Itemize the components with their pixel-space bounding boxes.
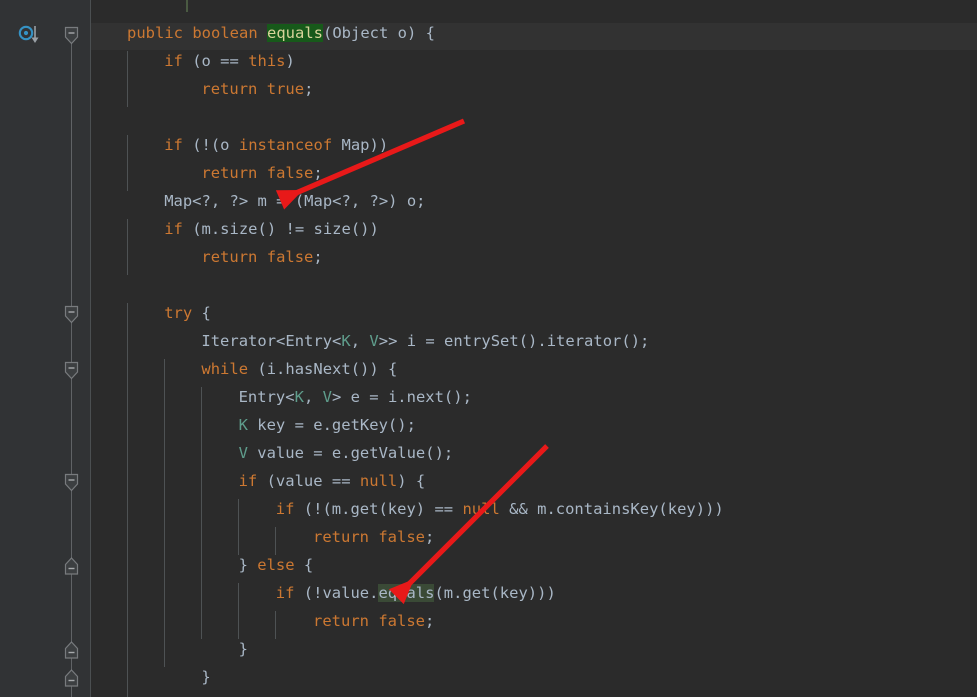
code-token: ,	[303, 388, 323, 406]
code-line[interactable]: if (!(m.get(key) == null && m.containsKe…	[276, 495, 724, 523]
code-token: false	[378, 612, 426, 630]
code-token: return	[201, 248, 258, 266]
code-token: {	[192, 304, 211, 322]
code-token: Map<?, ?> m = (Map<?, ?>) o;	[164, 192, 426, 210]
code-token: boolean	[192, 24, 258, 42]
code-token: (value ==	[257, 472, 360, 490]
code-token: return	[313, 528, 369, 546]
code-token: ) {	[397, 472, 426, 490]
code-token: Map))	[332, 136, 389, 154]
code-token: && m.containsKey(key)))	[499, 500, 724, 518]
code-line[interactable]: return false;	[201, 159, 322, 187]
code-token: false	[266, 164, 314, 182]
code-token: else	[257, 556, 295, 574]
code-token: ;	[425, 528, 435, 546]
code-token: K	[294, 388, 304, 406]
code-token: K	[341, 332, 351, 350]
code-token: if	[238, 472, 258, 490]
code-token: }	[238, 556, 258, 574]
code-token: (m.size() != size())	[182, 220, 379, 238]
code-token: Iterator<Entry<	[201, 332, 342, 350]
code-token: {	[294, 556, 314, 574]
code-token: try	[164, 304, 193, 322]
code-token: >> i = entrySet().iterator();	[378, 332, 650, 350]
code-token: V	[369, 332, 379, 350]
code-token: true	[266, 80, 305, 98]
code-token: V	[322, 388, 332, 406]
code-editor-pane[interactable]: public boolean equals(Object o) {if (o =…	[0, 0, 977, 697]
code-token: return	[201, 80, 258, 98]
code-token: return	[201, 164, 258, 182]
code-line[interactable]: Map<?, ?> m = (Map<?, ?>) o;	[164, 187, 425, 215]
code-token: ;	[304, 80, 314, 98]
code-line[interactable]: Iterator<Entry<K, V>> i = entrySet().ite…	[201, 327, 649, 355]
code-line[interactable]: }	[239, 635, 248, 663]
code-token: K	[238, 416, 248, 434]
code-token: false	[378, 528, 426, 546]
code-token: ;	[313, 248, 323, 266]
code-line[interactable]: if (!(o instanceof Map))	[164, 131, 388, 159]
code-token: if	[164, 52, 183, 70]
code-line[interactable]: public boolean equals(Object o) {	[127, 19, 435, 47]
code-line[interactable]: if (!value.equals(m.get(key)))	[276, 579, 556, 607]
code-token: false	[266, 248, 314, 266]
code-line[interactable]: if (m.size() != size())	[164, 215, 379, 243]
code-token: ,	[350, 332, 370, 350]
code-line[interactable]: try {	[164, 299, 211, 327]
code-token: if	[164, 220, 183, 238]
code-token: V	[238, 444, 248, 462]
code-text-layer[interactable]: public boolean equals(Object o) {if (o =…	[0, 0, 977, 697]
code-token: instanceof	[238, 136, 333, 154]
code-token: > e = i.next();	[331, 388, 472, 406]
code-token: value = e.getValue();	[247, 444, 454, 462]
code-line[interactable]: return false;	[201, 243, 322, 271]
code-token: }	[201, 668, 211, 686]
highlighted-symbol: equals	[378, 584, 435, 602]
code-token: (!value.	[294, 584, 379, 602]
code-token: (Object o) {	[323, 24, 435, 42]
code-line[interactable]: } else {	[239, 551, 314, 579]
code-line[interactable]: return true;	[201, 75, 313, 103]
code-token: ;	[313, 164, 323, 182]
code-token: Entry<	[238, 388, 295, 406]
code-token: key = e.getKey();	[247, 416, 416, 434]
code-token: public	[127, 24, 183, 42]
code-token: while	[201, 360, 249, 378]
highlighted-symbol: equals	[267, 24, 324, 42]
code-token: if	[275, 584, 295, 602]
code-token: null	[359, 472, 398, 490]
code-token: null	[462, 500, 500, 518]
code-token: ;	[425, 612, 435, 630]
code-token: (!(o	[182, 136, 239, 154]
code-line[interactable]: if (value == null) {	[239, 467, 426, 495]
code-line[interactable]: }	[201, 663, 210, 691]
code-line[interactable]: return false;	[313, 607, 434, 635]
code-token: if	[164, 136, 183, 154]
code-line[interactable]: return false;	[313, 523, 434, 551]
code-token: this	[248, 52, 286, 70]
code-token: (m.get(key)))	[434, 584, 556, 602]
code-line[interactable]: while (i.hasNext()) {	[201, 355, 397, 383]
code-line[interactable]: if (o == this)	[164, 47, 295, 75]
code-line[interactable]: K key = e.getKey();	[239, 411, 416, 439]
code-token: (o ==	[182, 52, 249, 70]
code-token: (i.hasNext()) {	[248, 360, 398, 378]
code-line[interactable]: V value = e.getValue();	[239, 439, 454, 467]
code-token: return	[313, 612, 369, 630]
code-token: }	[238, 640, 248, 658]
code-token: if	[275, 500, 295, 518]
code-line[interactable]: Entry<K, V> e = i.next();	[239, 383, 472, 411]
code-token: (!(m.get(key) ==	[294, 500, 463, 518]
code-token: )	[285, 52, 295, 70]
